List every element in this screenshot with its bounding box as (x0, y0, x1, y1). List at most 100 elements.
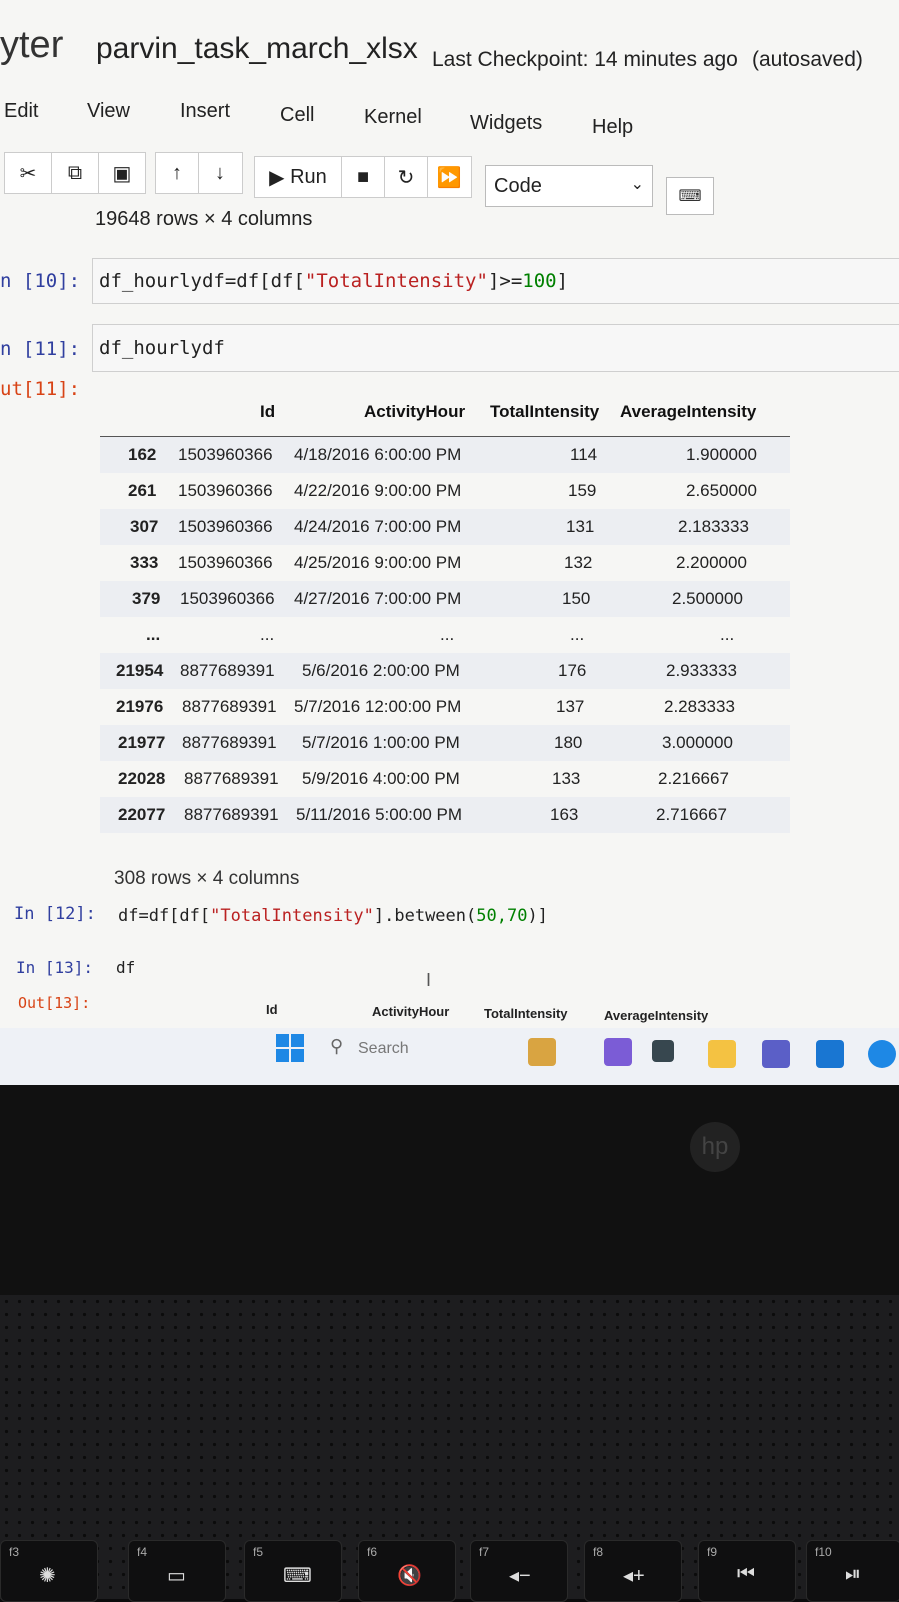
key-f9[interactable]: f9 ⏮ (698, 1540, 796, 1602)
notebook-header: yter parvin_task_march_xlsx Last Checkpo… (0, 14, 899, 74)
table-row: 22077 8877689391 5/11/2016 5:00:00 PM 16… (100, 797, 790, 833)
column-header-averageintensity: AverageIntensity (604, 1008, 709, 1023)
cell-11-prompt: n [11]: (0, 338, 81, 360)
store-icon[interactable] (816, 1040, 844, 1068)
menu-edit[interactable]: Edit (4, 100, 38, 123)
edit-button-group: ✂ ⧉ ▣ (4, 152, 146, 194)
key-f5[interactable]: f5 ⌨ (244, 1540, 342, 1602)
dataframe-output-11: Id ActivityHour TotalIntensity AverageIn… (100, 392, 790, 833)
teams-icon[interactable] (762, 1040, 790, 1068)
start-button[interactable] (276, 1034, 304, 1062)
cell-type-select[interactable]: Code ⌄ (485, 165, 653, 207)
column-header-totalintensity: TotalIntensity (490, 402, 600, 421)
key-f7[interactable]: f7 ◂− (470, 1540, 568, 1602)
laptop-bezel: hp (0, 1085, 899, 1295)
table-row: 261 1503960366 4/22/2016 9:00:00 PM 159 … (128, 481, 757, 500)
keyboard-backlight-icon: ⌨ (283, 1565, 312, 1587)
stop-icon: ■ (356, 165, 370, 188)
paste-button[interactable]: ▣ (99, 153, 145, 193)
cut-button[interactable]: ✂ (5, 153, 52, 193)
cell-10-input[interactable]: df_hourlydf=df[df["TotalIntensity"]>= 100… (92, 258, 899, 304)
command-palette-button[interactable]: ⌨ (666, 177, 714, 215)
run-icon: ▶ (269, 166, 291, 189)
table-row: 333 1503960366 4/25/2016 9:00:00 PM 132 … (130, 553, 747, 572)
column-header-totalintensity: TotalIntensity (484, 1006, 568, 1021)
autosave-status: (autosaved) (752, 48, 863, 71)
stop-button[interactable]: ■ (342, 157, 385, 197)
previous-output-summary: 19648 rows × 4 columns (95, 208, 313, 230)
key-f8[interactable]: f8 ◂+ (584, 1540, 682, 1602)
move-up-button[interactable]: ↑ (156, 153, 199, 193)
table-row: 379 1503960366 4/27/2016 7:00:00 PM 150 … (100, 581, 790, 617)
column-header-averageintensity: AverageIntensity (620, 402, 757, 421)
column-header-activityhour: ActivityHour (372, 1004, 450, 1019)
run-label: Run (290, 165, 327, 188)
toolbar: ✂ ⧉ ▣ ↑ ↓ ▶ Run ■ ↻ ⏩ (0, 152, 899, 204)
restart-icon: ↻ (397, 166, 415, 189)
chevron-down-icon: ⌄ (630, 176, 644, 193)
menu-widgets[interactable]: Widgets (470, 112, 542, 135)
copy-button[interactable]: ⧉ (52, 153, 99, 193)
display-switch-icon: ▭ (167, 1565, 186, 1587)
widgets-icon[interactable] (528, 1038, 556, 1066)
cell-13-input[interactable]: df (110, 952, 899, 982)
checkpoint-status: Last Checkpoint: 14 minutes ago (432, 48, 738, 71)
key-f3[interactable]: f3 ✺ (0, 1540, 98, 1602)
column-header-activityhour: ActivityHour (364, 402, 466, 421)
key-f6[interactable]: f6 🔇 (358, 1540, 456, 1602)
windows-logo-icon-part (291, 1049, 304, 1062)
hp-logo-icon: hp (690, 1122, 740, 1172)
app-icon[interactable] (604, 1038, 632, 1066)
table-row: 162 1503960366 4/18/2016 6:00:00 PM 114 … (100, 437, 790, 473)
volume-up-icon: ◂+ (623, 1565, 645, 1587)
jupyter-logo: yter (0, 24, 64, 66)
table-row: 21976 8877689391 5/7/2016 12:00:00 PM 13… (116, 697, 735, 716)
edge-icon[interactable] (868, 1040, 896, 1068)
dataframe-output-13-header: Id ActivityHour TotalIntensity AverageIn… (0, 1000, 899, 1028)
notebook-name[interactable]: parvin_task_march_xlsx (96, 32, 418, 66)
search-placeholder: Search (358, 1040, 409, 1057)
menu-help[interactable]: Help (592, 116, 633, 139)
run-button-group: ▶ Run ■ ↻ ⏩ (254, 156, 472, 198)
file-explorer-icon[interactable] (708, 1040, 736, 1068)
cell-12-input[interactable]: df=df[df["TotalIntensity"].between(50,70… (112, 896, 899, 936)
cut-icon: ✂ (19, 162, 37, 185)
table-row: 307 1503960366 4/24/2016 7:00:00 PM 131 … (100, 509, 790, 545)
paste-icon: ▣ (112, 162, 132, 185)
cell-11-input[interactable]: df_hourlydf (92, 324, 899, 372)
screen: yter parvin_task_march_xlsx Last Checkpo… (0, 0, 899, 1085)
windows-logo-icon-part (276, 1049, 289, 1062)
windows-logo-icon-part (291, 1034, 304, 1047)
menu-cell[interactable]: Cell (280, 104, 314, 127)
cell-12-prompt: In [12]: (14, 904, 96, 924)
previous-track-icon: ⏮ (737, 1563, 755, 1585)
menu-kernel[interactable]: Kernel (364, 106, 422, 129)
cell-type-value: Code (494, 175, 542, 197)
cell-10-prompt: n [10]: (0, 270, 81, 292)
search-icon: ⚲ (330, 1036, 344, 1056)
copy-icon: ⧉ (67, 161, 83, 184)
app-icon[interactable] (652, 1040, 674, 1062)
restart-run-all-button[interactable]: ⏩ (428, 157, 470, 197)
windows-logo-icon (276, 1034, 289, 1047)
table-row: 21977 8877689391 5/7/2016 1:00:00 PM 180… (100, 725, 790, 761)
key-f10[interactable]: f10 ⏯ (806, 1540, 899, 1602)
cell-11-output-prompt: ut[11]: (0, 378, 81, 400)
taskbar-search[interactable]: ⚲ Search (330, 1034, 500, 1064)
move-down-button[interactable]: ↓ (199, 153, 241, 193)
dataframe-header: Id ActivityHour TotalIntensity AverageIn… (100, 392, 790, 437)
play-pause-icon: ⏯ (845, 1563, 861, 1585)
move-button-group: ↑ ↓ (155, 152, 243, 194)
dataframe-summary: 308 rows × 4 columns (114, 868, 300, 889)
menu-view[interactable]: View (87, 100, 130, 123)
restart-button[interactable]: ↻ (385, 157, 428, 197)
table-row: 21954 8877689391 5/6/2016 2:00:00 PM 176… (100, 653, 790, 689)
move-down-icon: ↓ (215, 161, 225, 184)
mute-icon: 🔇 (397, 1565, 422, 1587)
key-f4[interactable]: f4 ▭ (128, 1540, 226, 1602)
menu-insert[interactable]: Insert (180, 100, 230, 123)
windows-taskbar: ⚲ Search (0, 1028, 899, 1085)
run-button[interactable]: ▶ Run (255, 157, 342, 197)
cell-13-prompt: In [13]: (16, 958, 94, 977)
table-row: 22028 8877689391 5/9/2016 4:00:00 PM 133… (118, 769, 729, 788)
